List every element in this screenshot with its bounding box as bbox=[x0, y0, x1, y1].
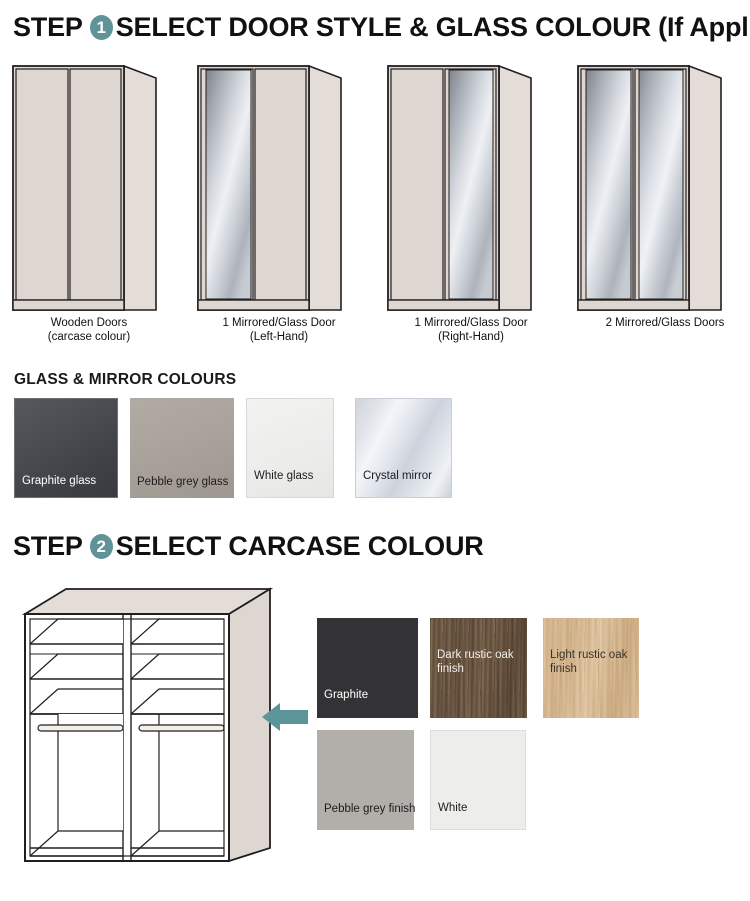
step-2-title: SELECT CARCASE COLOUR bbox=[115, 531, 484, 561]
glass-mirror-colours-heading: GLASS & MIRROR COLOURS bbox=[14, 371, 237, 388]
swatch-label: Pebble grey finish bbox=[324, 802, 416, 815]
open-carcase-illustration bbox=[8, 586, 298, 876]
mirror-right-hand-illustration bbox=[387, 64, 532, 311]
door-option-caption: 1 Mirrored/Glass Door (Left-Hand) bbox=[190, 316, 368, 344]
swatch-crystal-mirror[interactable]: Crystal mirror bbox=[355, 398, 452, 498]
swatch-dark-rustic-oak[interactable]: Dark rustic oak finish bbox=[430, 618, 527, 718]
door-option-caption-line2: (Left-Hand) bbox=[249, 331, 309, 343]
step-1-title: SELECT DOOR STYLE & GLASS COLOUR (If App… bbox=[115, 12, 750, 42]
step-2-number-badge: 2 bbox=[89, 534, 113, 559]
step-2-step-word: STEP bbox=[13, 531, 83, 561]
door-option-mirror-right-hand[interactable]: 1 Mirrored/Glass Door (Right-Hand) bbox=[386, 60, 554, 343]
door-option-caption-line1: 2 Mirrored/Glass Doors bbox=[605, 317, 725, 329]
swatch-label: Pebble grey glass bbox=[137, 475, 229, 488]
swatch-label: White bbox=[438, 801, 468, 814]
swatch-graphite-glass[interactable]: Graphite glass bbox=[14, 398, 118, 498]
door-option-caption-line2: (carcase colour) bbox=[47, 331, 131, 343]
arrow-left-icon bbox=[262, 703, 308, 731]
step-1-heading: STEP 1 SELECT DOOR STYLE & GLASS COLOUR … bbox=[13, 14, 750, 41]
swatch-label: Dark rustic oak finish bbox=[437, 649, 514, 675]
swatch-label: Graphite bbox=[324, 688, 369, 701]
door-option-caption-line1: 1 Mirrored/Glass Door bbox=[222, 317, 336, 329]
door-option-mirror-left-hand[interactable]: 1 Mirrored/Glass Door (Left-Hand) bbox=[196, 60, 364, 343]
step-2-heading: STEP 2 SELECT CARCASE COLOUR bbox=[13, 533, 484, 560]
swatch-white-glass[interactable]: White glass bbox=[246, 398, 334, 498]
door-option-caption: Wooden Doors (carcase colour) bbox=[0, 316, 178, 344]
door-option-caption: 2 Mirrored/Glass Doors bbox=[576, 316, 750, 330]
swatch-label: Graphite glass bbox=[22, 474, 97, 487]
carcase-colour-arrow-icon bbox=[262, 700, 308, 734]
mirror-left-hand-illustration bbox=[197, 64, 342, 311]
door-option-caption-line2: (Right-Hand) bbox=[438, 331, 504, 343]
door-option-caption-line1: Wooden Doors bbox=[50, 317, 128, 329]
swatch-pebble-grey-glass[interactable]: Pebble grey glass bbox=[130, 398, 234, 498]
wooden-doors-illustration bbox=[12, 64, 157, 311]
door-option-caption-line1: 1 Mirrored/Glass Door bbox=[414, 317, 528, 329]
swatch-graphite[interactable]: Graphite bbox=[317, 618, 418, 718]
swatch-light-rustic-oak[interactable]: Light rustic oak finish bbox=[543, 618, 639, 718]
door-option-caption: 1 Mirrored/Glass Door (Right-Hand) bbox=[382, 316, 560, 344]
swatch-label: White glass bbox=[254, 469, 314, 482]
step-1-step-word: STEP bbox=[13, 12, 83, 42]
swatch-white[interactable]: White bbox=[430, 730, 526, 830]
swatch-pebble-grey-finish[interactable]: Pebble grey finish bbox=[317, 730, 416, 830]
two-mirrored-doors-illustration bbox=[577, 64, 722, 311]
swatch-label: Crystal mirror bbox=[363, 469, 432, 482]
door-option-two-mirrored-doors[interactable]: 2 Mirrored/Glass Doors bbox=[576, 60, 744, 329]
swatch-label: Light rustic oak finish bbox=[550, 649, 628, 675]
door-option-wooden-doors[interactable]: Wooden Doors (carcase colour) bbox=[11, 60, 179, 343]
step-1-number-badge: 1 bbox=[89, 15, 113, 40]
open-carcase-svg bbox=[21, 587, 274, 863]
